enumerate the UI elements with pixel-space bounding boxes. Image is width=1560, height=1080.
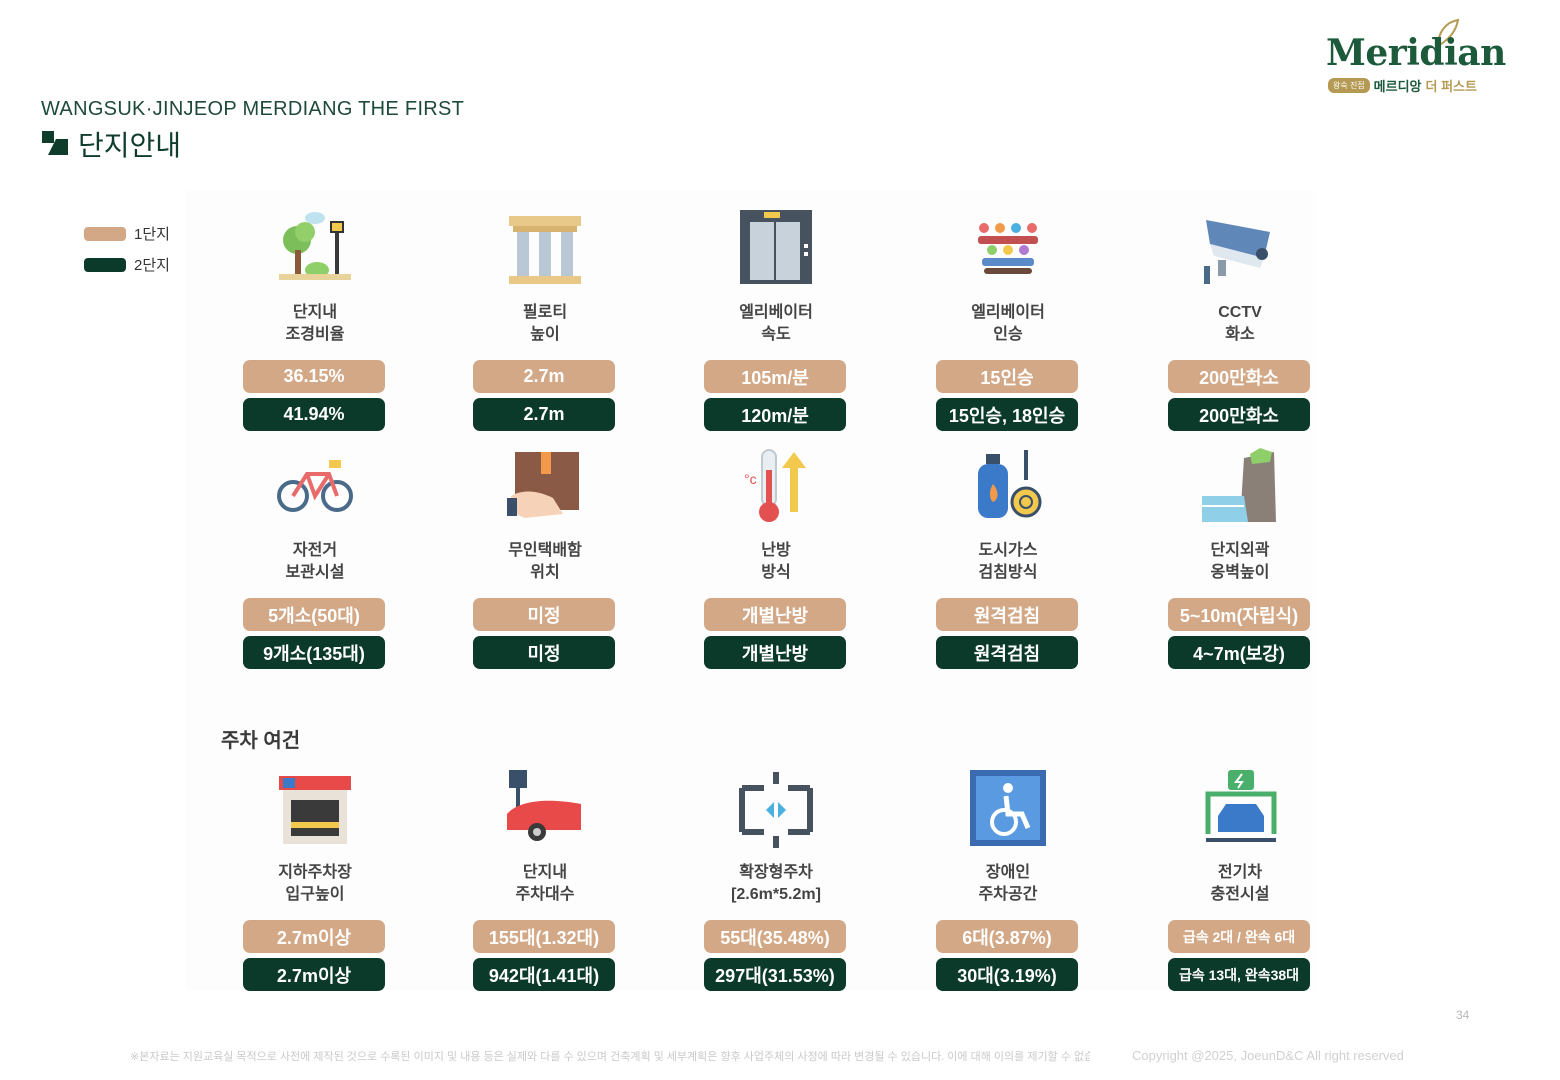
feature-label: 단지내 주차대수 xyxy=(515,864,575,903)
value-phase2: 원격검침 xyxy=(936,636,1078,669)
legend-label-1: 1단지 xyxy=(134,226,170,243)
value-phase1: 2.7m이상 xyxy=(243,920,385,953)
value-phase2: 15인승, 18인승 xyxy=(936,398,1078,431)
feature-label: 엘리베이터 인승 xyxy=(971,304,1045,343)
feature-label: 엘리베이터 속도 xyxy=(739,304,813,343)
elevator-icon xyxy=(740,210,812,284)
value-phase2: 120m/분 xyxy=(704,398,846,431)
value-phase2: 9개소(135대) xyxy=(243,636,385,669)
value-phase1: 15인승 xyxy=(936,360,1078,393)
value-phase1: 200만화소 xyxy=(1168,360,1310,393)
value-phase1: 미정 xyxy=(473,598,615,631)
value-phase2: 942대(1.41대) xyxy=(473,958,615,991)
page-heading: 단지안내 xyxy=(42,124,181,164)
value-phase2: 개별난방 xyxy=(704,636,846,669)
legend-item-2: 2단지 xyxy=(84,249,170,280)
value-phase1: 5개소(50대) xyxy=(243,598,385,631)
legend-swatch-2 xyxy=(84,257,126,272)
feature-label: 지하주차장 입구높이 xyxy=(278,864,352,903)
feature-label: 전기차 충전시설 xyxy=(1210,864,1270,903)
disclaimer-note: ※본자료는 지원교육실 목적으로 사전에 제작된 것으로 수록된 이미지 및 내… xyxy=(130,1051,1090,1063)
value-phase2: 30대(3.19%) xyxy=(936,958,1078,991)
value-phase2: 200만화소 xyxy=(1168,398,1310,431)
value-phase1: 급속 2대 / 완속 6대 xyxy=(1168,920,1310,953)
logo-name-part2: 더 퍼스트 xyxy=(1425,79,1477,94)
wheelchair-icon xyxy=(970,770,1046,846)
parking-garage-icon xyxy=(279,776,351,844)
cctv-icon xyxy=(1204,220,1270,284)
feature-label: 확장형주차 [2.6m*5.2m] xyxy=(731,864,821,903)
logo-badge: 왕숙 진접 xyxy=(1328,78,1370,93)
value-phase2: 2.7m xyxy=(473,398,615,431)
feature-label: 무인택배함 위치 xyxy=(508,542,582,581)
legend-swatch-1 xyxy=(84,226,126,241)
value-phase2: 미정 xyxy=(473,636,615,669)
value-phase1: 2.7m xyxy=(473,360,615,393)
feature-label: 필로티 높이 xyxy=(522,304,568,343)
feature-label: 자전거 보관시설 xyxy=(285,542,345,581)
people-icon xyxy=(978,223,1038,274)
feature-label: 장애인 주차공간 xyxy=(978,864,1038,903)
value-phase1: 6대(3.87%) xyxy=(936,920,1078,953)
ev-charger-icon xyxy=(1205,770,1277,842)
brand-logo: Meridian 왕숙 진접 메르디앙 더 퍼스트 xyxy=(1322,18,1506,98)
legend-label-2: 2단지 xyxy=(134,257,170,274)
parcel-icon xyxy=(507,452,579,518)
value-phase2: 297대(31.53%) xyxy=(704,958,846,991)
bicycle-icon xyxy=(277,460,353,512)
copyright-text: Copyright @2025, JoeunD&C All right rese… xyxy=(1132,1048,1404,1063)
gas-meter-icon xyxy=(978,450,1042,518)
logo-wordmark: Meridian xyxy=(1326,32,1506,74)
page-number: 34 xyxy=(1456,1008,1470,1022)
feature-label: 단지외곽 옹벽높이 xyxy=(1210,542,1270,581)
feature-label: 단지내 조경비율 xyxy=(285,304,345,343)
feature-label: 난방 방식 xyxy=(761,542,791,581)
retaining-wall-icon xyxy=(1202,448,1276,522)
logo-name-part1: 메르디앙 xyxy=(1373,79,1422,94)
page-subtitle: WANGSUK·JINJEOP MERDIANG THE FIRST xyxy=(41,98,465,120)
value-phase1: 105m/분 xyxy=(704,360,846,393)
heading-mark-icon xyxy=(42,131,68,157)
wide-parking-icon xyxy=(739,772,813,848)
svg-text:°c: °c xyxy=(744,471,757,487)
logo-subline: 왕숙 진접 메르디앙 더 퍼스트 xyxy=(1328,76,1477,95)
value-phase2: 41.94% xyxy=(243,398,385,431)
value-phase1: 155대(1.32대) xyxy=(473,920,615,953)
value-phase1: 원격검침 xyxy=(936,598,1078,631)
legend: 1단지 2단지 xyxy=(84,218,170,280)
page-title: 단지안내 xyxy=(78,130,182,161)
feature-label: CCTV 화소 xyxy=(1218,304,1262,343)
value-phase2: 2.7m이상 xyxy=(243,958,385,991)
value-phase1: 개별난방 xyxy=(704,598,846,631)
legend-item-1: 1단지 xyxy=(84,218,170,249)
value-phase2: 급속 13대, 완속38대 xyxy=(1168,958,1310,991)
pillar-icon xyxy=(509,216,581,284)
value-phase2: 4~7m(보강) xyxy=(1168,636,1310,669)
parking-section-title: 주차 여건 xyxy=(221,730,301,752)
value-phase1: 55대(35.48%) xyxy=(704,920,846,953)
value-phase1: 36.15% xyxy=(243,360,385,393)
parking-car-icon xyxy=(507,770,581,841)
value-phase1: 5~10m(자립식) xyxy=(1168,598,1310,631)
feature-label: 도시가스 검침방식 xyxy=(978,542,1038,581)
thermometer-icon: °c xyxy=(744,449,806,522)
park-icon xyxy=(279,212,351,280)
